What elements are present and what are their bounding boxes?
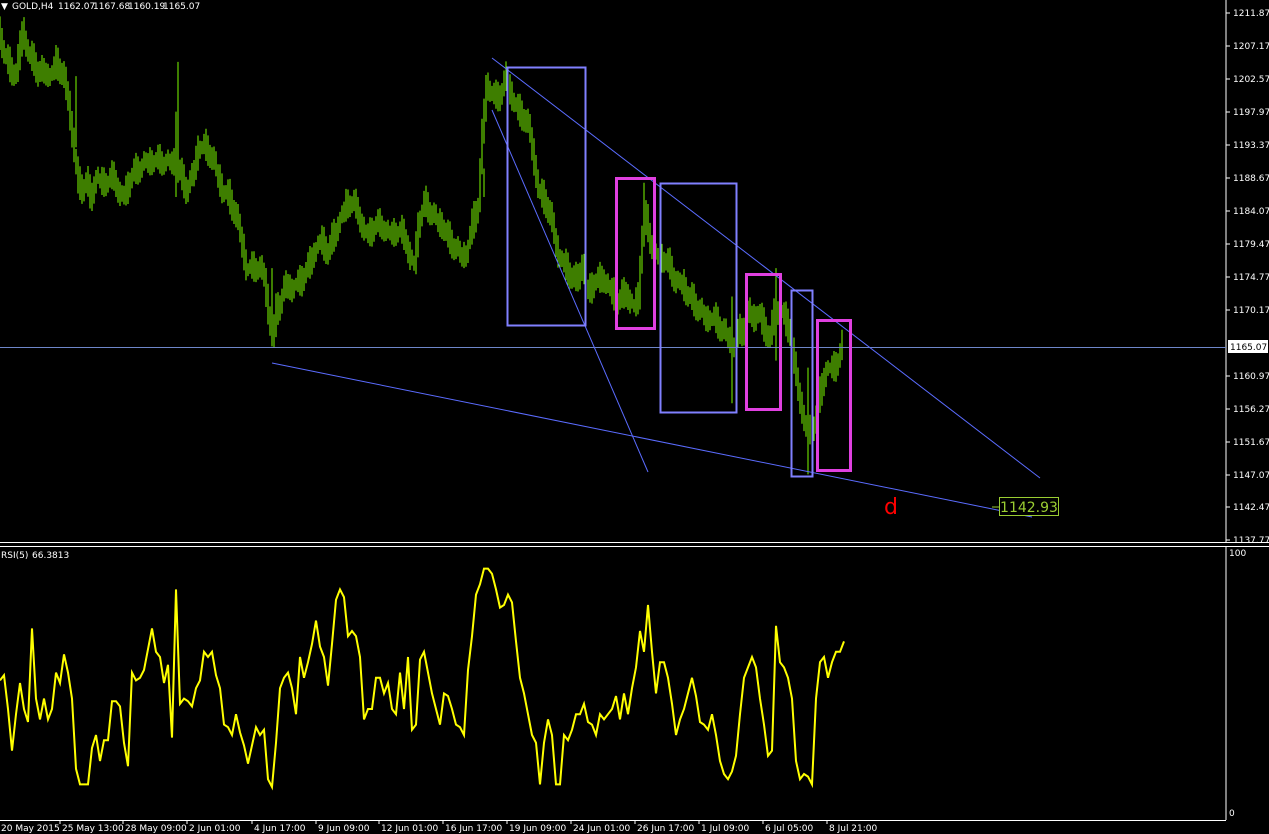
price-tick-label: 1151.67	[1233, 438, 1269, 448]
price-tick-label: 1170.17	[1233, 306, 1269, 316]
header-close: 1165.07	[163, 2, 200, 12]
price-tick-label: 1207.17	[1233, 42, 1269, 52]
time-tick-label: 1 Jul 09:00	[701, 824, 750, 834]
time-tick-label: 6 Jul 05:00	[765, 824, 814, 834]
time-tick-label: 19 Jun 09:00	[509, 824, 566, 834]
wave-label-d: d	[884, 495, 898, 520]
current-price-tag: 1165.07	[1228, 340, 1268, 353]
time-tick-label: 20 May 2015	[1, 824, 60, 834]
time-tick-label: 25 May 13:00	[62, 824, 124, 834]
target-price-label[interactable]: 1142.93	[992, 497, 1059, 517]
header-open: 1162.07	[58, 2, 95, 12]
time-tick-label: 16 Jun 17:00	[445, 824, 502, 834]
rsi-tick-label: 0	[1229, 809, 1235, 819]
time-tick-label: 26 Jun 17:00	[637, 824, 694, 834]
price-tick-label: 1211.87	[1233, 9, 1269, 19]
price-tick-label: 1137.77	[1233, 536, 1269, 546]
price-tick-label: 1142.47	[1233, 503, 1269, 513]
rsi-name: RSI(5)	[1, 551, 28, 561]
price-tick-label: 1179.47	[1233, 240, 1269, 250]
time-tick-label: 8 Jul 21:00	[829, 824, 878, 834]
price-tick-label: 1188.67	[1233, 174, 1269, 184]
price-tick-label: 1156.27	[1233, 405, 1269, 415]
header-high: 1167.68	[93, 2, 130, 12]
header-symbol: GOLD,H4	[12, 2, 54, 12]
price-tick-label: 1160.97	[1233, 372, 1269, 382]
price-tick-label: 1147.07	[1233, 471, 1269, 481]
price-tick-label: 1193.37	[1233, 141, 1269, 151]
header-low: 1160.19	[128, 2, 165, 12]
chart-background	[0, 0, 1269, 834]
price-tick-label: 1174.77	[1233, 273, 1269, 283]
time-tick-label: 4 Jun 17:00	[254, 824, 306, 834]
time-tick-label: 2 Jun 01:00	[189, 824, 241, 834]
chart-header: ▼ GOLD,H4 1162.07 1167.68 1160.19 1165.0…	[1, 2, 200, 12]
time-tick-label: 12 Jun 01:00	[381, 824, 438, 834]
rsi-tick-label: 100	[1229, 549, 1246, 559]
header-dropdown-icon[interactable]: ▼	[1, 2, 8, 12]
price-tick-label: 1202.57	[1233, 75, 1269, 85]
target-price-text: 1142.93	[1000, 500, 1058, 516]
trading-chart: 1211.87 1207.17 1202.57 1197.97 1193.37 1188.…	[0, 0, 1269, 834]
price-tick-label: 1197.97	[1233, 108, 1269, 118]
rsi-value: 66.3813	[32, 551, 69, 561]
time-tick-label: 9 Jun 09:00	[318, 824, 370, 834]
price-tick-label: 1184.07	[1233, 207, 1269, 217]
current-price-tag-text: 1165.07	[1230, 343, 1267, 353]
time-tick-label: 28 May 09:00	[125, 824, 187, 834]
time-tick-label: 24 Jun 01:00	[573, 824, 630, 834]
